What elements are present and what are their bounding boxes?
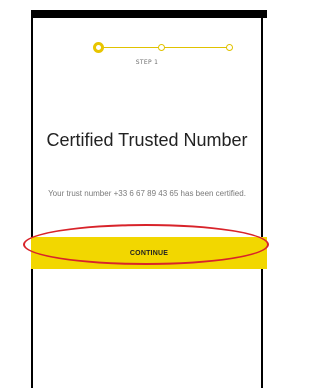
step-3-indicator-icon	[226, 44, 233, 51]
progress-stepper	[93, 42, 233, 54]
continue-button[interactable]: CONTINUE	[31, 237, 267, 269]
status-bar	[31, 10, 267, 18]
phone-frame: STEP 1 Certified Trusted Number Your tru…	[31, 10, 267, 388]
page-title: Certified Trusted Number	[46, 130, 248, 150]
stepper-line-1	[103, 47, 158, 48]
step-label: STEP 1	[135, 59, 159, 66]
step-2-indicator-icon	[158, 44, 165, 51]
step-1-indicator-icon	[93, 42, 104, 53]
stepper-line-2	[164, 47, 230, 48]
certification-message: Your trust number +33 6 67 89 43 65 has …	[48, 189, 246, 198]
